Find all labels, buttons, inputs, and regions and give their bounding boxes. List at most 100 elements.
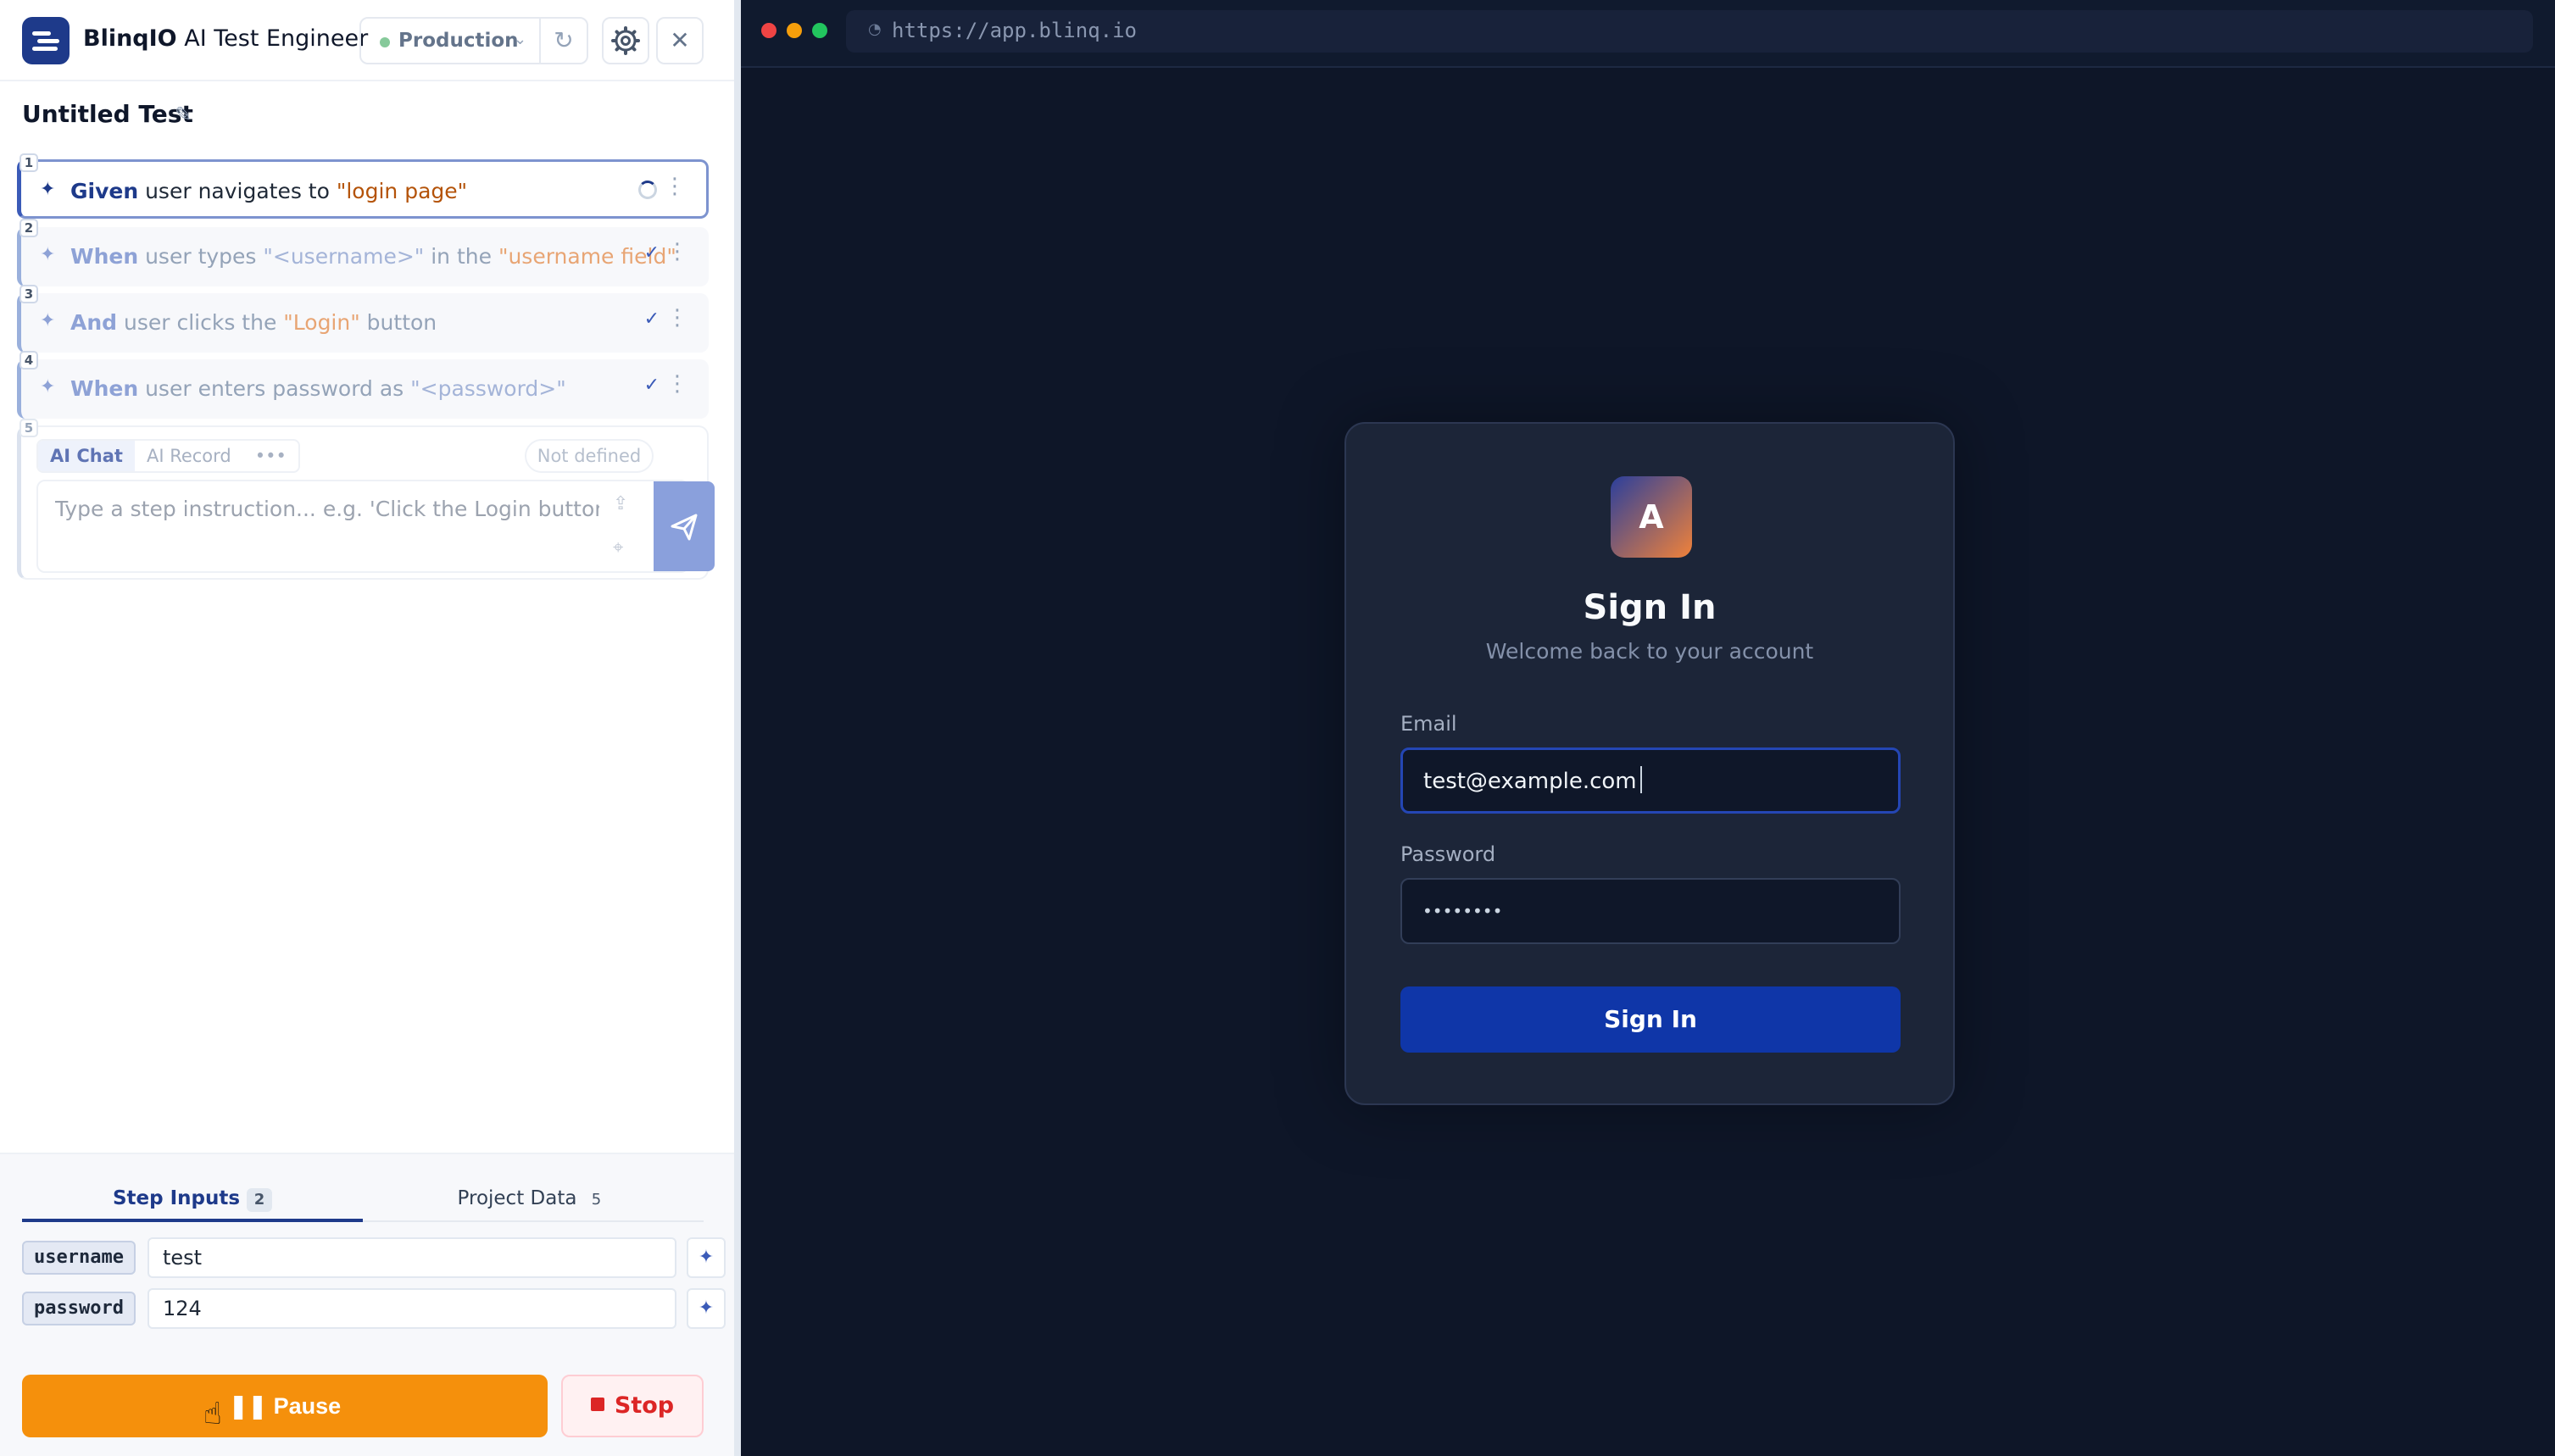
window-close-button[interactable] [761, 23, 777, 38]
step-variable: "<password>" [410, 376, 566, 401]
step-text-part: user enters password as [138, 376, 411, 401]
step-number: 2 [19, 219, 38, 237]
lock-icon: ◔ [868, 20, 882, 38]
step-keyword: Given [70, 179, 139, 203]
step-number: 4 [19, 351, 38, 370]
step-text[interactable]: And user clicks the "Login" button [70, 310, 437, 335]
more-vertical-icon[interactable]: ⋮ [666, 307, 688, 329]
inputs-tabs: Step Inputs 2 Project Data 5 [22, 1180, 704, 1222]
step-row-1[interactable]: 1 ✦ Given user navigates to "login page"… [17, 153, 709, 219]
input-key: username [22, 1241, 136, 1275]
email-label: Email [1400, 712, 1457, 736]
step-row-3[interactable]: 3 ✦ And user clicks the "Login" button ✓… [17, 285, 709, 353]
pause-button[interactable]: ❚❚ Pause [22, 1375, 548, 1437]
tab-step-inputs[interactable]: Step Inputs 2 [22, 1180, 363, 1222]
panel-resize-handle[interactable] [734, 0, 741, 1456]
more-horizontal-icon[interactable]: ••• [243, 441, 298, 471]
tab-ai-chat[interactable]: AI Chat [38, 441, 135, 471]
panel-header: BlinqIO AI Test Engineer Production ⌄ ↻ … [0, 0, 734, 81]
email-value: test@example.com [1423, 769, 1637, 794]
address-bar[interactable]: ◔ https://app.blinq.io [846, 10, 2533, 53]
window-maximize-button[interactable] [812, 23, 827, 38]
sparkle-icon[interactable]: ✦ [687, 1288, 726, 1329]
test-editor-panel: BlinqIO AI Test Engineer Production ⌄ ↻ … [0, 0, 734, 1456]
input-value-field[interactable]: test [148, 1237, 676, 1278]
input-value-field[interactable]: 124 [148, 1288, 676, 1329]
input-row-password: password 124 ✦ [22, 1288, 726, 1329]
close-button[interactable]: ✕ [656, 17, 704, 64]
password-label: Password [1400, 842, 1496, 866]
count-badge: 5 [591, 1191, 602, 1209]
step-string: "login page" [336, 179, 468, 203]
stop-label: Stop [614, 1392, 675, 1419]
chevron-down-icon: ⌄ [514, 31, 527, 48]
step-keyword: When [70, 244, 139, 269]
tab-label: Step Inputs [112, 1187, 241, 1209]
check-icon: ✓ [643, 308, 660, 330]
step-instruction-input[interactable] [40, 483, 599, 534]
status-badge: Not defined [525, 439, 654, 473]
send-button[interactable] [654, 481, 715, 571]
sparkle-icon[interactable]: ✦ [687, 1237, 726, 1278]
close-icon: ✕ [670, 26, 690, 54]
logo-icon [22, 17, 70, 64]
refresh-button[interactable]: ↻ [539, 17, 588, 64]
step-text-part: user types [138, 244, 264, 269]
send-icon [671, 514, 698, 541]
step-string: "Login" [283, 310, 360, 335]
loading-spinner-icon [638, 181, 657, 199]
pencil-icon[interactable]: ✎ [175, 103, 192, 126]
mode-tabs: AI Chat AI Record ••• [36, 439, 300, 473]
app-name: AI Test Engineer [176, 25, 369, 52]
pointer-cursor-icon: ☝ [203, 1397, 222, 1431]
instruction-box: ⇪ ⌖ [36, 480, 715, 573]
check-icon: ✓ [643, 242, 660, 264]
sign-in-button[interactable]: Sign In [1400, 986, 1901, 1053]
sign-in-subtitle: Welcome back to your account [1485, 639, 1814, 664]
step-row-2[interactable]: 2 ✦ When user types "<username>" in the … [17, 219, 709, 286]
tab-ai-record[interactable]: AI Record [135, 441, 243, 471]
step-keyword: When [70, 376, 139, 401]
test-title[interactable]: Untitled Test [22, 100, 193, 128]
step-text-part: in the [424, 244, 498, 269]
sparkle-icon: ✦ [40, 310, 56, 331]
more-vertical-icon[interactable]: ⋮ [666, 241, 688, 263]
step-text-part: button [359, 310, 437, 335]
environment-select[interactable]: Production ⌄ [359, 17, 541, 64]
refresh-icon: ↻ [554, 26, 574, 54]
app-brand: BlinqIO [83, 25, 177, 52]
stop-button[interactable]: Stop [561, 1375, 704, 1437]
text-caret [1639, 766, 1642, 793]
sparkle-icon: ✦ [40, 244, 56, 265]
step-text-part: user navigates to [138, 179, 337, 203]
step-text[interactable]: Given user navigates to "login page" [70, 179, 467, 203]
step-text[interactable]: When user types "<username>" in the "use… [70, 244, 676, 269]
environment-label: Production [398, 30, 519, 52]
step-text[interactable]: When user enters password as "<password>… [70, 376, 566, 401]
check-icon: ✓ [643, 375, 660, 396]
browser-toolbar: ◔ https://app.blinq.io [741, 0, 2555, 68]
stop-icon [590, 1398, 604, 1411]
step-number: 3 [19, 285, 38, 303]
pause-label: Pause [273, 1393, 342, 1419]
password-field[interactable]: •••••••• [1400, 878, 1901, 944]
settings-button[interactable] [602, 17, 649, 64]
step-text-part: user clicks the [117, 310, 284, 335]
step-number: 1 [19, 153, 38, 172]
window-minimize-button[interactable] [787, 23, 802, 38]
sparkle-icon: ✦ [40, 376, 56, 397]
email-field[interactable]: test@example.com [1400, 747, 1901, 814]
count-badge: 2 [247, 1188, 273, 1212]
step-variable: "<username>" [263, 244, 425, 269]
tab-project-data[interactable]: Project Data 5 [363, 1180, 704, 1222]
target-icon[interactable]: ⌖ [613, 537, 623, 559]
more-vertical-icon[interactable]: ⋮ [664, 175, 686, 197]
upload-icon[interactable]: ⇪ [613, 493, 628, 514]
sign-in-title: Sign In [1583, 588, 1717, 627]
more-vertical-icon[interactable]: ⋮ [666, 373, 688, 395]
tab-label: Project Data [457, 1187, 577, 1209]
step-composer: 5 AI Chat AI Record ••• Not defined ⇪ ⌖ [17, 419, 715, 580]
input-key: password [22, 1292, 136, 1325]
step-row-4[interactable]: 4 ✦ When user enters password as "<passw… [17, 351, 709, 419]
step-number: 5 [19, 419, 38, 437]
